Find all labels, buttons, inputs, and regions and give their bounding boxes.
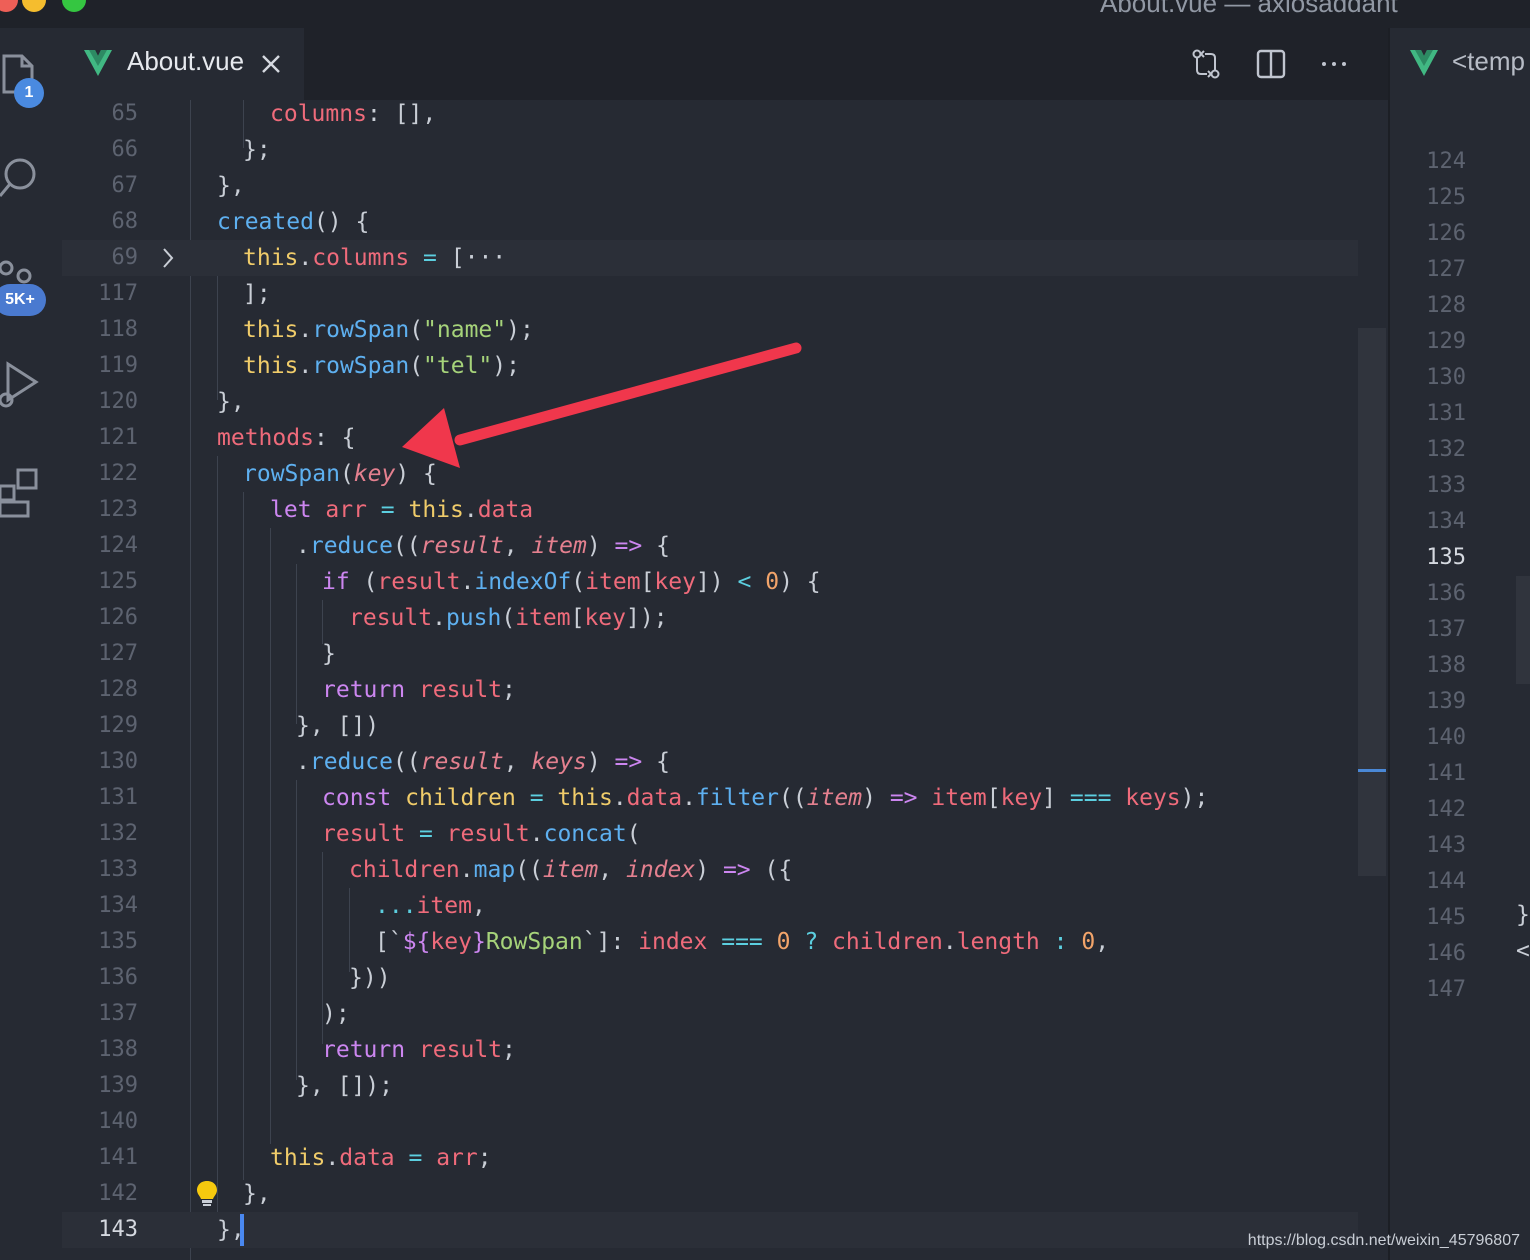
split-line-number: 136	[1426, 581, 1466, 606]
split-line-number: 129	[1426, 329, 1466, 354]
split-line-number: 146	[1426, 941, 1466, 966]
split-line-number: 142	[1426, 797, 1466, 822]
split-scrollbar-thumb[interactable]	[1516, 576, 1530, 684]
tab-template[interactable]: <temp	[1390, 28, 1530, 100]
split-line-number: 128	[1426, 293, 1466, 318]
split-line-number: 131	[1426, 401, 1466, 426]
vue-icon	[1410, 50, 1438, 76]
split-line-number: 135	[1426, 545, 1466, 570]
annotation-arrow	[402, 342, 802, 468]
split-code-char: }	[1516, 902, 1530, 928]
split-line-number: 139	[1426, 689, 1466, 714]
split-line-number: 141	[1426, 761, 1466, 786]
split-line-number: 133	[1426, 473, 1466, 498]
split-line-number: 143	[1426, 833, 1466, 858]
split-editor-pane[interactable]: <temp 124 125 126 127 128 129 130 131 132 133 134 1…	[1388, 28, 1530, 1260]
split-line-number: 130	[1426, 365, 1466, 390]
split-line-number: 127	[1426, 257, 1466, 282]
split-code-char: <	[1516, 938, 1530, 964]
split-line-number: 138	[1426, 653, 1466, 678]
split-line-number: 125	[1426, 185, 1466, 210]
split-line-number: 145	[1426, 905, 1466, 930]
tab-label: <temp	[1452, 46, 1525, 76]
split-line-number: 147	[1426, 977, 1466, 1002]
split-line-number: 140	[1426, 725, 1466, 750]
split-line-number: 134	[1426, 509, 1466, 534]
split-line-number: 144	[1426, 869, 1466, 894]
split-line-number: 132	[1426, 437, 1466, 462]
split-line-number: 137	[1426, 617, 1466, 642]
watermark: https://blog.csdn.net/weixin_45796807	[1247, 1232, 1520, 1249]
split-line-number: 126	[1426, 221, 1466, 246]
split-line-number: 124	[1426, 149, 1466, 174]
